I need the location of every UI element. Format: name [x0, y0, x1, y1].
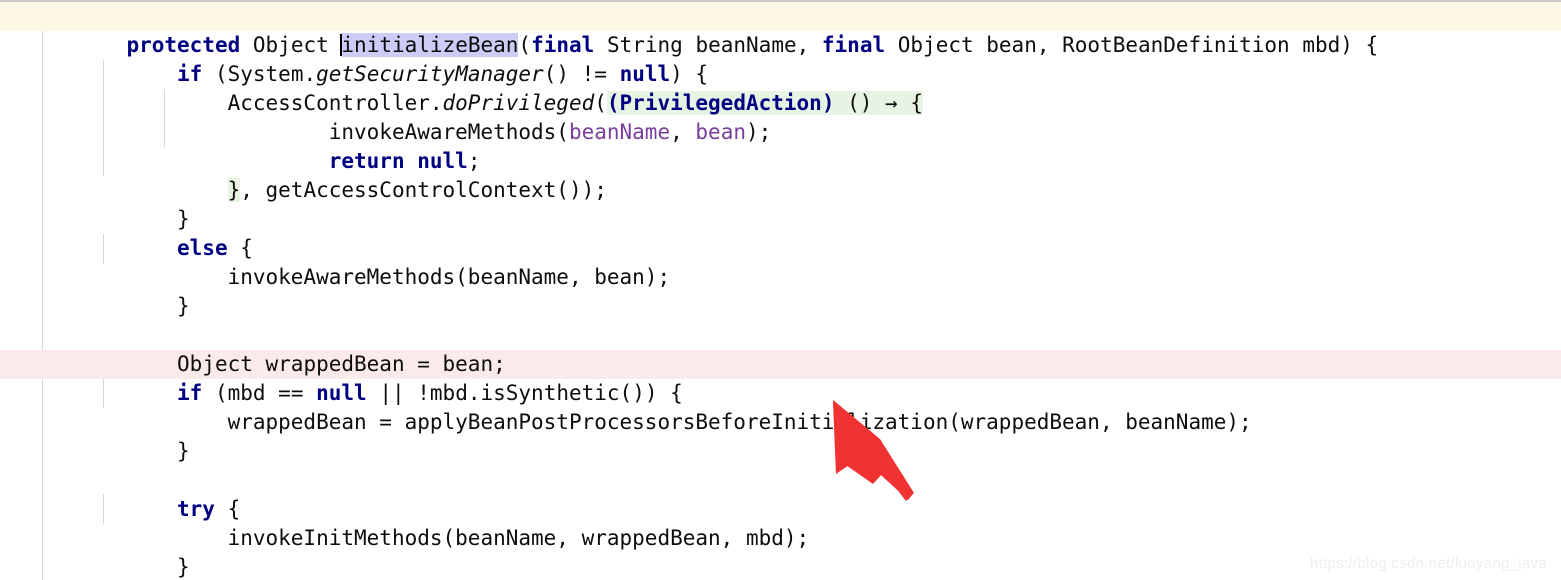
code-line-16[interactable]: [0, 437, 1561, 466]
code-line-12[interactable]: Object wrappedBean = bean;: [0, 321, 1561, 376]
folded-lambda-end-highlight[interactable]: }: [227, 178, 241, 202]
code-line-17[interactable]: try {: [0, 466, 1561, 521]
editor-top-divider: [0, 0, 1561, 2]
selection-highlight: initializeBean: [341, 33, 519, 57]
code-line-11[interactable]: [0, 292, 1561, 321]
csdn-watermark: https://blog.csdn.net/luoyang_java: [1309, 555, 1547, 572]
text-caret: [340, 34, 343, 56]
code-line-1[interactable]: protected Object initializeBean(final St…: [0, 2, 1561, 57]
code-line-8[interactable]: else {: [0, 205, 1561, 260]
code-editor[interactable]: protected Object initializeBean(final St…: [0, 0, 1561, 580]
folded-lambda-highlight[interactable]: (PrivilegedAction) () → {: [606, 91, 923, 115]
